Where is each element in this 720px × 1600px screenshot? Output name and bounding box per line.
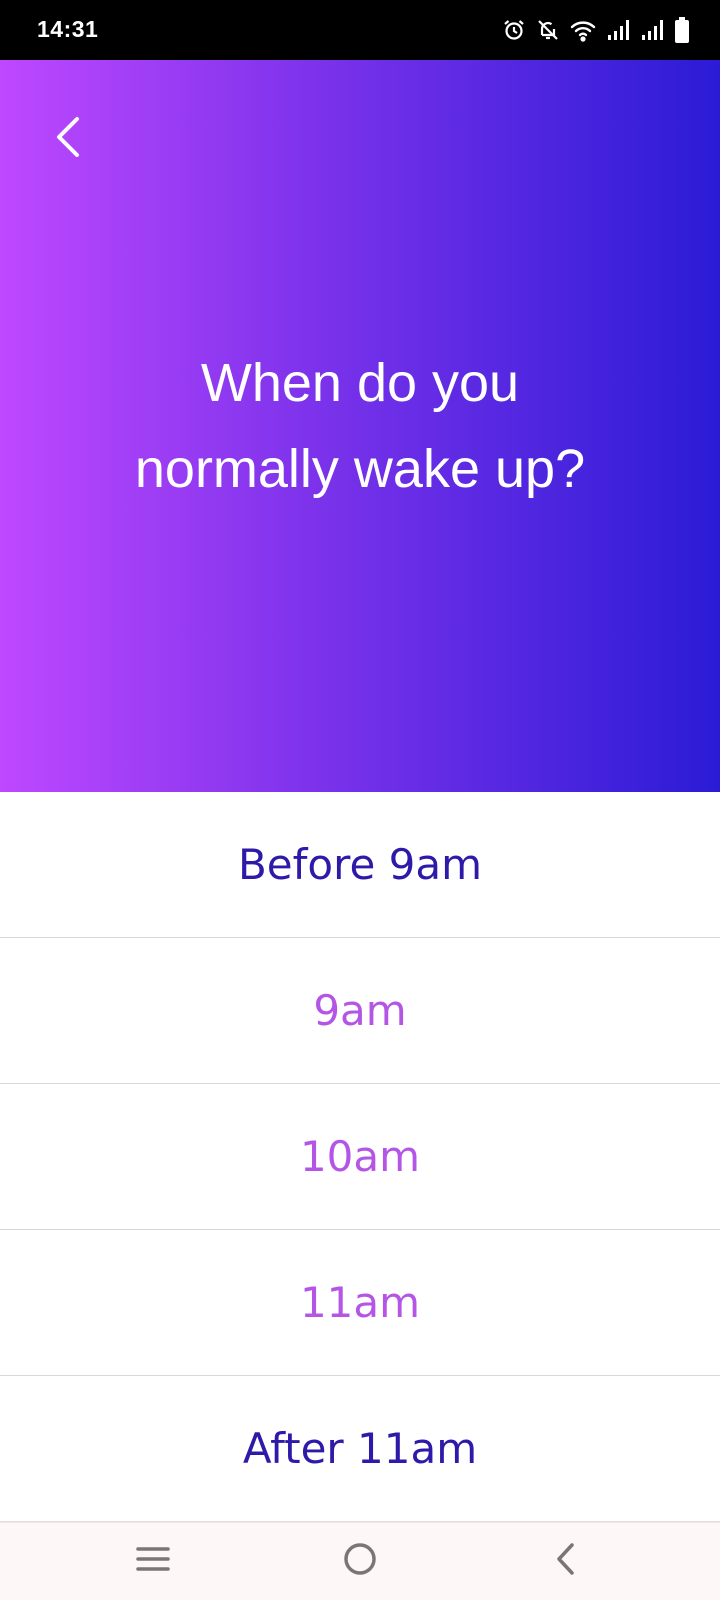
signal-icon <box>640 19 664 41</box>
status-time: 14:31 <box>37 16 99 42</box>
alarm-icon <box>502 18 526 42</box>
battery-icon <box>674 17 690 43</box>
status-icons <box>502 16 690 44</box>
option-10am[interactable]: 10am <box>0 1084 720 1230</box>
wifi-icon <box>570 18 596 42</box>
wake-time-options: Before 9am 9am 10am 11am After 11am <box>0 792 720 1522</box>
recents-button[interactable] <box>123 1533 183 1589</box>
back-icon <box>554 1541 578 1582</box>
chevron-left-icon <box>53 115 83 164</box>
status-bar: 14:31 <box>0 0 720 60</box>
option-after-11am[interactable]: After 11am <box>0 1376 720 1522</box>
notifications-off-icon <box>536 18 560 42</box>
screen: 14:31 When do you normally wake up? Befo… <box>0 0 720 1600</box>
menu-icon <box>135 1544 171 1579</box>
question-title: When do you normally wake up? <box>60 340 660 512</box>
signal-icon <box>606 19 630 41</box>
home-button[interactable] <box>330 1533 390 1589</box>
back-button[interactable] <box>44 104 92 174</box>
option-before-9am[interactable]: Before 9am <box>0 792 720 938</box>
system-back-button[interactable] <box>536 1533 596 1589</box>
home-circle-icon <box>342 1541 378 1582</box>
option-9am[interactable]: 9am <box>0 938 720 1084</box>
question-line-1: When do you <box>200 353 520 413</box>
system-nav-bar <box>0 1522 720 1600</box>
question-header: When do you normally wake up? <box>0 60 720 792</box>
question-line-2: normally wake up? <box>134 439 586 499</box>
option-11am[interactable]: 11am <box>0 1230 720 1376</box>
